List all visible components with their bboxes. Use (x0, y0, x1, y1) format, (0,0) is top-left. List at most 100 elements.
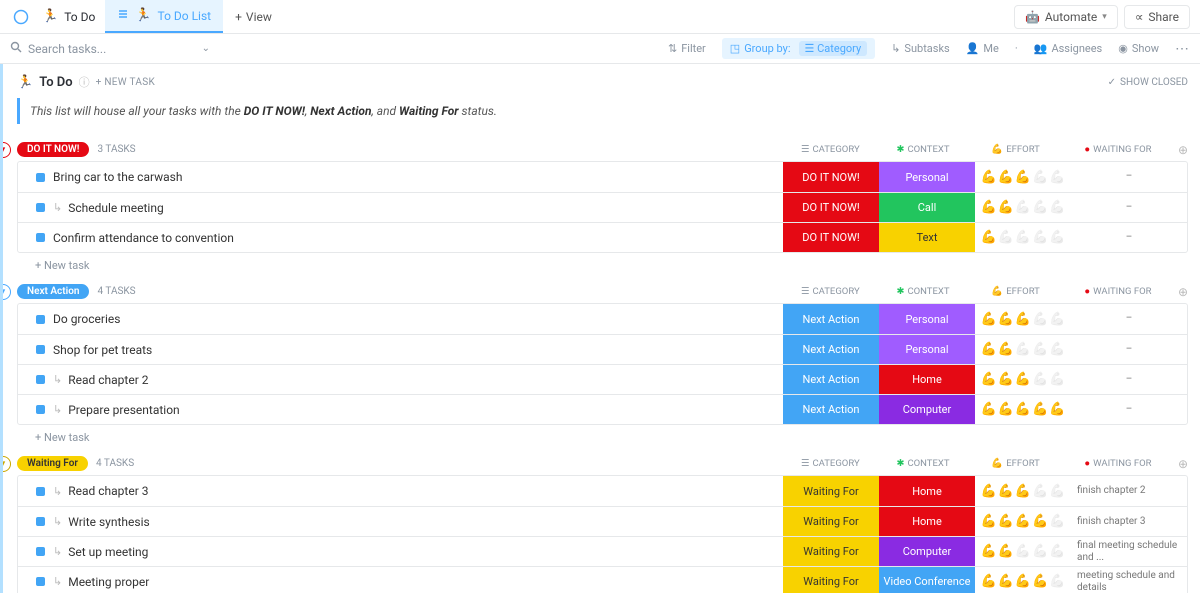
context-cell[interactable]: Computer (879, 537, 975, 566)
category-cell[interactable]: DO IT NOW! (783, 162, 879, 192)
col-category[interactable]: ☰CATEGORY (784, 457, 877, 471)
status-square[interactable] (36, 233, 45, 242)
col-waiting[interactable]: ●WAITING FOR (1062, 457, 1174, 471)
col-waiting[interactable]: ●WAITING FOR (1062, 143, 1174, 157)
tab-to-do-list[interactable]: 🏃 To Do List (105, 0, 223, 33)
add-column-button[interactable]: ⊕ (1178, 143, 1188, 157)
effort-cell[interactable]: 💪💪💪💪💪 (975, 567, 1071, 593)
status-square[interactable] (36, 517, 45, 526)
task-row[interactable]: Shop for pet treatsNext ActionPersonal💪💪… (18, 334, 1187, 364)
category-cell[interactable]: Next Action (783, 395, 879, 424)
waiting-for-cell[interactable]: – (1071, 395, 1187, 424)
task-title[interactable]: Write synthesis (68, 515, 149, 529)
context-cell[interactable]: Personal (879, 335, 975, 364)
task-title[interactable]: Read chapter 2 (68, 373, 148, 387)
collapse-group-button[interactable]: ▾ (0, 142, 11, 158)
assignees-button[interactable]: 👥 Assignees (1034, 42, 1103, 55)
context-cell[interactable]: Home (879, 365, 975, 394)
show-button[interactable]: ◉ Show (1118, 42, 1159, 55)
status-square[interactable] (36, 203, 45, 212)
context-cell[interactable]: Home (879, 507, 975, 536)
waiting-for-cell[interactable]: finish chapter 3 (1071, 507, 1187, 536)
task-title[interactable]: Read chapter 3 (68, 484, 148, 498)
status-square[interactable] (36, 345, 45, 354)
status-square[interactable] (36, 577, 45, 586)
context-cell[interactable]: Video Conference (879, 567, 975, 593)
collapse-group-button[interactable]: ▾ (0, 284, 11, 300)
add-view-button[interactable]: + View (223, 10, 284, 24)
automate-button[interactable]: 🤖 Automate ▾ (1014, 5, 1118, 29)
category-cell[interactable]: Next Action (783, 365, 879, 394)
add-column-button[interactable]: ⊕ (1178, 285, 1188, 299)
effort-cell[interactable]: 💪💪💪💪💪 (975, 223, 1071, 252)
subtasks-button[interactable]: ↳ Subtasks (891, 42, 950, 55)
show-closed-button[interactable]: ✓ SHOW CLOSED (1108, 77, 1188, 88)
collapse-group-button[interactable]: ▾ (0, 456, 11, 472)
status-square[interactable] (36, 173, 45, 182)
status-square[interactable] (36, 487, 45, 496)
waiting-for-cell[interactable]: finish chapter 2 (1071, 476, 1187, 506)
filter-button[interactable]: ⇅ Filter (668, 42, 706, 55)
share-button[interactable]: ∝ Share (1124, 5, 1190, 29)
context-cell[interactable]: Call (879, 193, 975, 222)
waiting-for-cell[interactable]: – (1071, 223, 1187, 252)
col-effort[interactable]: 💪EFFORT (969, 143, 1062, 157)
task-title[interactable]: Schedule meeting (68, 201, 163, 215)
new-task-button[interactable]: + New task (35, 259, 1188, 272)
more-options-button[interactable]: ⋯ (1175, 41, 1190, 57)
effort-cell[interactable]: 💪💪💪💪💪 (975, 395, 1071, 424)
task-row[interactable]: ↳Read chapter 3Waiting ForHome💪💪💪💪💪finis… (18, 476, 1187, 506)
task-title[interactable]: Prepare presentation (68, 403, 179, 417)
task-title[interactable]: Confirm attendance to convention (53, 231, 234, 245)
status-pill[interactable]: DO IT NOW! (17, 142, 89, 157)
task-row[interactable]: ↳Write synthesisWaiting ForHome💪💪💪💪💪fini… (18, 506, 1187, 536)
status-square[interactable] (36, 375, 45, 384)
space-title[interactable]: 🏃 To Do (32, 0, 105, 33)
col-effort[interactable]: 💪EFFORT (969, 457, 1062, 471)
context-cell[interactable]: Home (879, 476, 975, 506)
add-column-button[interactable]: ⊕ (1178, 457, 1188, 471)
col-context[interactable]: ✱CONTEXT (877, 143, 970, 157)
task-row[interactable]: Confirm attendance to conventionDO IT NO… (18, 222, 1187, 252)
col-category[interactable]: ☰CATEGORY (784, 143, 877, 157)
col-effort[interactable]: 💪EFFORT (969, 285, 1062, 299)
status-square[interactable] (36, 315, 45, 324)
me-button[interactable]: 👤 Me (966, 42, 999, 55)
col-context[interactable]: ✱CONTEXT (877, 457, 970, 471)
category-cell[interactable]: Waiting For (783, 507, 879, 536)
col-waiting[interactable]: ●WAITING FOR (1062, 285, 1174, 299)
task-title[interactable]: Set up meeting (68, 545, 148, 559)
task-row[interactable]: ↳Schedule meetingDO IT NOW!Call💪💪💪💪💪– (18, 192, 1187, 222)
status-square[interactable] (36, 547, 45, 556)
effort-cell[interactable]: 💪💪💪💪💪 (975, 537, 1071, 566)
col-category[interactable]: ☰CATEGORY (784, 285, 877, 299)
new-task-header-button[interactable]: + NEW TASK (96, 77, 155, 88)
task-row[interactable]: ↳Set up meetingWaiting ForComputer💪💪💪💪💪f… (18, 536, 1187, 566)
context-cell[interactable]: Personal (879, 304, 975, 334)
effort-cell[interactable]: 💪💪💪💪💪 (975, 193, 1071, 222)
context-cell[interactable]: Personal (879, 162, 975, 192)
effort-cell[interactable]: 💪💪💪💪💪 (975, 507, 1071, 536)
task-row[interactable]: ↳Read chapter 2Next ActionHome💪💪💪💪💪– (18, 364, 1187, 394)
task-title[interactable]: Bring car to the carwash (53, 170, 182, 184)
effort-cell[interactable]: 💪💪💪💪💪 (975, 335, 1071, 364)
col-context[interactable]: ✱CONTEXT (877, 285, 970, 299)
waiting-for-cell[interactable]: final meeting schedule and ... (1071, 537, 1187, 566)
home-circle-icon[interactable] (10, 6, 32, 28)
status-pill[interactable]: Waiting For (17, 456, 88, 471)
category-cell[interactable]: Next Action (783, 304, 879, 334)
effort-cell[interactable]: 💪💪💪💪💪 (975, 162, 1071, 192)
category-cell[interactable]: DO IT NOW! (783, 193, 879, 222)
category-cell[interactable]: Waiting For (783, 476, 879, 506)
effort-cell[interactable]: 💪💪💪💪💪 (975, 365, 1071, 394)
task-row[interactable]: ↳Prepare presentationNext ActionComputer… (18, 394, 1187, 424)
waiting-for-cell[interactable]: – (1071, 365, 1187, 394)
category-cell[interactable]: Next Action (783, 335, 879, 364)
task-row[interactable]: Bring car to the carwash DO IT NOW!Person… (18, 162, 1187, 192)
task-title[interactable]: Meeting proper (68, 575, 149, 589)
task-title[interactable]: Do groceries (53, 312, 120, 326)
context-cell[interactable]: Text (879, 223, 975, 252)
category-cell[interactable]: Waiting For (783, 537, 879, 566)
search-input[interactable]: Search tasks... ⌄ (10, 41, 210, 56)
effort-cell[interactable]: 💪💪💪💪💪 (975, 476, 1071, 506)
